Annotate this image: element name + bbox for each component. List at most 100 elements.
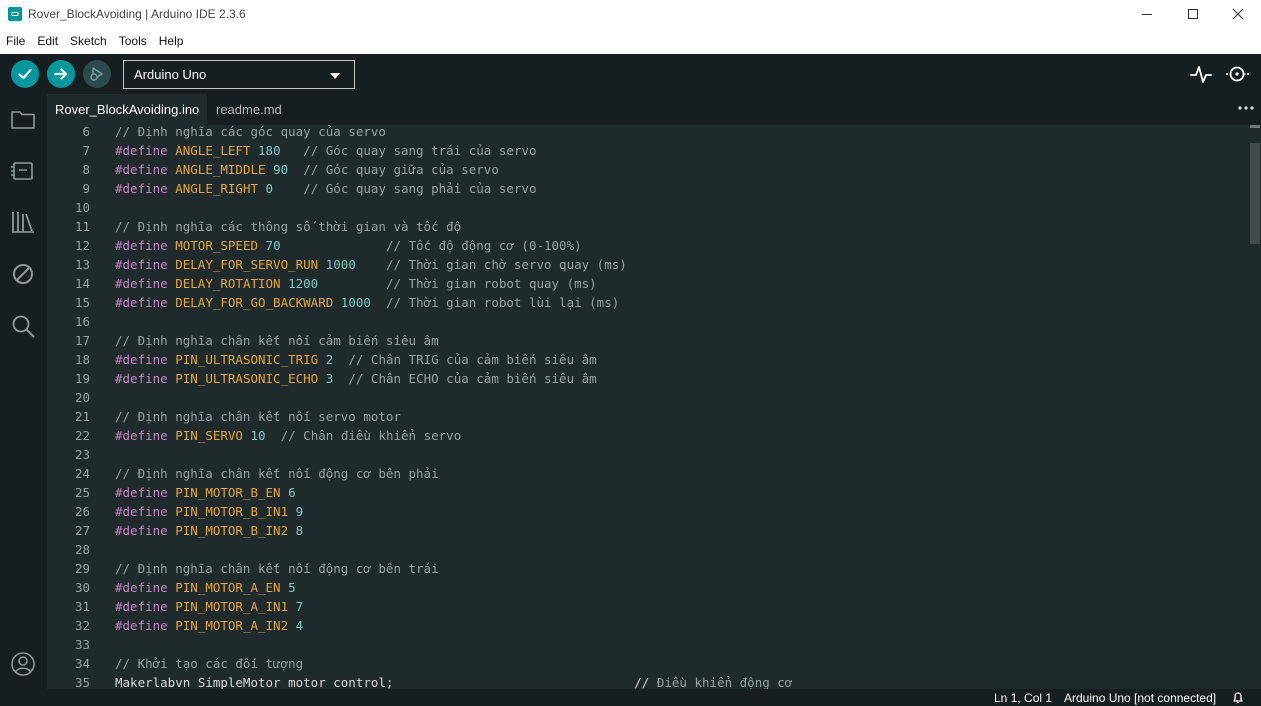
tab-readme-md[interactable]: readme.md bbox=[208, 94, 290, 125]
line-number: 33 bbox=[74, 637, 90, 652]
serial-monitor-icon[interactable] bbox=[1224, 63, 1252, 85]
code-line[interactable]: 9 #define ANGLE_RIGHT 0 // Góc quay sang … bbox=[47, 179, 1237, 198]
status-board[interactable]: Arduino Uno [not connected] bbox=[1064, 691, 1216, 705]
line-code: #define ANGLE_MIDDLE 90 // Góc quay giữa… bbox=[115, 160, 499, 179]
profile-icon[interactable] bbox=[10, 651, 36, 677]
code-line[interactable]: 10 bbox=[47, 198, 1237, 217]
code-token: #define bbox=[115, 504, 168, 519]
code-line[interactable]: 26 #define PIN_MOTOR_B_IN1 9 bbox=[47, 502, 1237, 521]
code-line[interactable]: 25 #define PIN_MOTOR_B_EN 6 bbox=[47, 483, 1237, 502]
line-number: 8 bbox=[82, 162, 90, 177]
code-line[interactable]: 27 #define PIN_MOTOR_B_IN2 8 bbox=[47, 521, 1237, 540]
code-line[interactable]: 31 #define PIN_MOTOR_A_IN1 7 bbox=[47, 597, 1237, 616]
line-number: 21 bbox=[74, 409, 90, 424]
code-token: // Khởi tạo các đối tượng bbox=[115, 656, 304, 671]
code-line[interactable]: 17 // Định nghĩa chân kết nối cảm biến si… bbox=[47, 331, 1237, 350]
line-number: 30 bbox=[74, 580, 90, 595]
code-line[interactable]: 14 #define DELAY_ROTATION 1200 // Thời gi… bbox=[47, 274, 1237, 293]
bell-icon[interactable] bbox=[1232, 691, 1244, 704]
maximize-button[interactable] bbox=[1170, 0, 1216, 28]
code-token: 6 bbox=[288, 485, 296, 500]
code-line[interactable]: 32 #define PIN_MOTOR_A_IN2 4 bbox=[47, 616, 1237, 635]
menu-help[interactable]: Help bbox=[153, 28, 190, 54]
library-icon[interactable] bbox=[10, 209, 36, 235]
code-line[interactable]: 28 bbox=[47, 540, 1237, 559]
code-token: 8 bbox=[295, 523, 304, 538]
board-selector[interactable]: Arduino Uno bbox=[123, 60, 355, 89]
code-editor[interactable]: 6// Định nghĩa các góc quay của servo 7 #d… bbox=[47, 125, 1261, 689]
code-token: #define bbox=[115, 580, 168, 595]
code-line[interactable]: 11 // Định nghĩa các thông số thời gian v… bbox=[47, 217, 1237, 236]
code-token: PIN_ULTRASONIC_TRIG bbox=[175, 352, 319, 367]
code-line[interactable]: 30 #define PIN_MOTOR_A_EN 5 bbox=[47, 578, 1237, 597]
verify-button[interactable] bbox=[11, 60, 39, 88]
tab-rover-blockavoiding-ino[interactable]: Rover_BlockAvoiding.ino bbox=[47, 94, 208, 125]
line-number: 34 bbox=[74, 656, 90, 671]
code-line[interactable]: 20 bbox=[47, 388, 1237, 407]
menu-file[interactable]: File bbox=[0, 28, 31, 54]
code-line[interactable]: 24 // Định nghĩa chân kết nối động cơ bên… bbox=[47, 464, 1237, 483]
code-token: ANGLE_LEFT bbox=[175, 143, 251, 158]
code-line[interactable]: 8 #define ANGLE_MIDDLE 90 // Góc quay giữ… bbox=[47, 160, 1237, 179]
code-line[interactable]: 23 bbox=[47, 445, 1237, 464]
code-line[interactable]: 34 // Khởi tạo các đối tượng bbox=[47, 654, 1237, 673]
code-line[interactable]: 6 // Định nghĩa các góc quay của servo bbox=[47, 125, 1237, 141]
code-token: #define bbox=[115, 485, 168, 500]
close-button[interactable] bbox=[1215, 0, 1261, 28]
line-code: // Định nghĩa chân kết nối cảm biến siêu… bbox=[115, 331, 439, 350]
code-token: // Định nghĩa các góc quay của servo bbox=[115, 125, 386, 139]
status-bar: Ln 1, Col 1 Arduino Uno [not connected] bbox=[0, 689, 1261, 706]
search-icon[interactable] bbox=[10, 313, 36, 339]
debug-icon bbox=[90, 67, 103, 81]
upload-button[interactable] bbox=[47, 60, 75, 88]
line-number: 28 bbox=[74, 542, 90, 557]
editor-tab-bar: Rover_BlockAvoiding.ino readme.md bbox=[47, 94, 1261, 125]
minimize-button[interactable] bbox=[1124, 0, 1170, 28]
code-line[interactable]: 29 // Định nghĩa chân kết nối động cơ bên… bbox=[47, 559, 1237, 578]
board-manager-icon[interactable] bbox=[10, 158, 36, 184]
code-line[interactable]: 7 #define ANGLE_LEFT 180 // Góc quay sang… bbox=[47, 141, 1237, 160]
menu-sketch[interactable]: Sketch bbox=[64, 28, 113, 54]
more-actions-icon[interactable] bbox=[1236, 100, 1256, 116]
code-line[interactable]: 22 #define PIN_SERVO 10 // Chân điều khiể… bbox=[47, 426, 1237, 445]
line-code: #define DELAY_FOR_SERVO_RUN 1000 // Thời… bbox=[115, 255, 627, 274]
menu-tools[interactable]: Tools bbox=[113, 28, 153, 54]
code-line[interactable]: 21 // Định nghĩa chân kết nối servo motor bbox=[47, 407, 1237, 426]
line-number: 11 bbox=[74, 219, 90, 234]
code-token: #define bbox=[115, 257, 168, 272]
debug-button[interactable] bbox=[83, 60, 111, 88]
editor-scrollbar-thumb[interactable] bbox=[1250, 143, 1260, 244]
line-number: 35 bbox=[74, 675, 90, 689]
line-number: 23 bbox=[74, 447, 90, 462]
line-number: 32 bbox=[74, 618, 90, 633]
code-line[interactable]: 15 #define DELAY_FOR_GO_BACKWARD 1000 // … bbox=[47, 293, 1237, 312]
code-token: 90 bbox=[273, 162, 289, 177]
line-code: // Định nghĩa chân kết nối động cơ bên t… bbox=[115, 559, 439, 578]
debug-disabled-icon[interactable] bbox=[10, 261, 36, 287]
line-code: #define MOTOR_SPEED 70 // Tốc độ động cơ… bbox=[115, 236, 582, 255]
code-line[interactable]: 35 Makerlabvn_SimpleMotor motor_control; … bbox=[47, 673, 1237, 689]
line-number: 31 bbox=[74, 599, 90, 614]
code-line[interactable]: 13 #define DELAY_FOR_SERVO_RUN 1000 // Th… bbox=[47, 255, 1237, 274]
folder-icon[interactable] bbox=[10, 106, 36, 132]
serial-plotter-icon[interactable] bbox=[1189, 63, 1213, 85]
code-line[interactable]: 33 bbox=[47, 635, 1237, 654]
code-line[interactable]: 12 #define MOTOR_SPEED 70 // Tốc độ động … bbox=[47, 236, 1237, 255]
code-line[interactable]: 16 bbox=[47, 312, 1237, 331]
cursor-position[interactable]: Ln 1, Col 1 bbox=[994, 691, 1052, 705]
menu-edit[interactable]: Edit bbox=[31, 28, 64, 54]
code-token: 4 bbox=[295, 618, 304, 633]
line-number: 19 bbox=[74, 371, 90, 386]
code-token: 180 bbox=[258, 143, 281, 158]
code-line[interactable]: 18 #define PIN_ULTRASONIC_TRIG 2 // Chân … bbox=[47, 350, 1237, 369]
code-line[interactable]: 19 #define PIN_ULTRASONIC_ECHO 3 // Chân … bbox=[47, 369, 1237, 388]
code-token: #define bbox=[115, 238, 168, 253]
